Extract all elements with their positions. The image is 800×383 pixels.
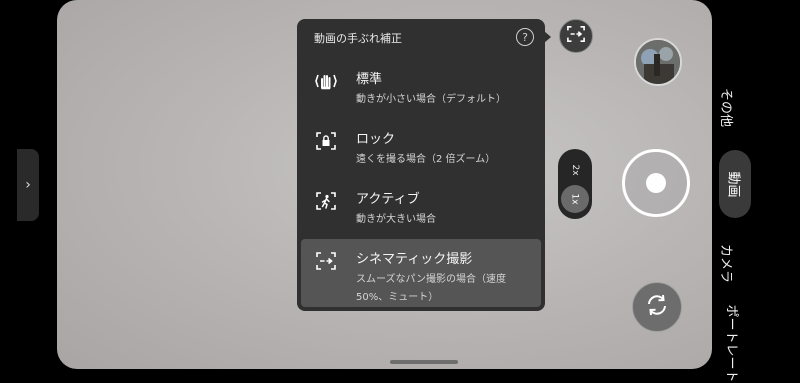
gallery-thumbnail[interactable] [634,38,682,86]
running-frame-icon [315,191,337,211]
option-active-title: アクティブ [356,192,420,207]
stabilization-button[interactable] [559,19,593,53]
option-cinematic-title: シネマティック撮影 [356,252,473,267]
option-standard[interactable]: 標準 動きが小さい場合（デフォルト） [301,59,541,115]
panel-title: 動画の手ぶれ補正 [314,32,402,45]
home-indicator[interactable] [390,360,458,364]
pan-frame-icon [315,251,337,271]
chevron-right-icon: › [25,177,31,193]
zoom-1x-button[interactable]: 1x [561,185,589,213]
option-active-desc: 動きが大きい場合 [356,214,436,225]
mode-camera[interactable]: カメラ [708,244,747,283]
option-standard-title: 標準 [356,72,383,87]
option-cinematic-desc: スムーズなパン撮影の場合（速度 50%、ミュート） [356,274,506,303]
panel-caret [544,31,551,43]
zoom-2x-button[interactable]: 2x [563,153,587,187]
stabilization-panel: 動画の手ぶれ補正 ? 標準 動きが小さい場合（デフォルト） ロック 遠くを撮る場… [297,19,545,311]
side-panel-toggle[interactable]: › [17,149,39,221]
switch-camera-button[interactable] [632,282,682,332]
option-standard-desc: 動きが小さい場合（デフォルト） [356,94,506,105]
zoom-1x-label: 1x [570,193,580,205]
camera-switch-icon [644,292,670,322]
mode-camera-label: カメラ [718,243,734,284]
option-lock[interactable]: ロック 遠くを撮る場合（2 倍ズーム） [301,119,541,175]
help-icon[interactable]: ? [516,28,534,46]
mode-video[interactable]: 動画 [719,150,751,218]
mode-portrait-label: ポートレート [723,304,739,383]
record-button[interactable] [622,149,690,217]
record-dot [646,173,666,193]
pan-frame-icon [566,25,586,47]
option-lock-title: ロック [356,132,396,147]
mode-other[interactable]: その他 [708,88,747,127]
mode-other-label: その他 [718,87,734,128]
option-lock-desc: 遠くを撮る場合（2 倍ズーム） [356,154,496,165]
option-active[interactable]: アクティブ 動きが大きい場合 [301,179,541,235]
hand-stabilization-icon [315,71,337,91]
mode-portrait[interactable]: ポートレート [694,304,772,382]
help-icon-glyph: ? [522,30,528,44]
lock-frame-icon [315,131,337,151]
zoom-selector: 2x 1x [558,149,592,219]
option-cinematic[interactable]: シネマティック撮影 スムーズなパン撮影の場合（速度 50%、ミュート） [301,239,541,307]
mode-video-label: 動画 [725,170,741,198]
